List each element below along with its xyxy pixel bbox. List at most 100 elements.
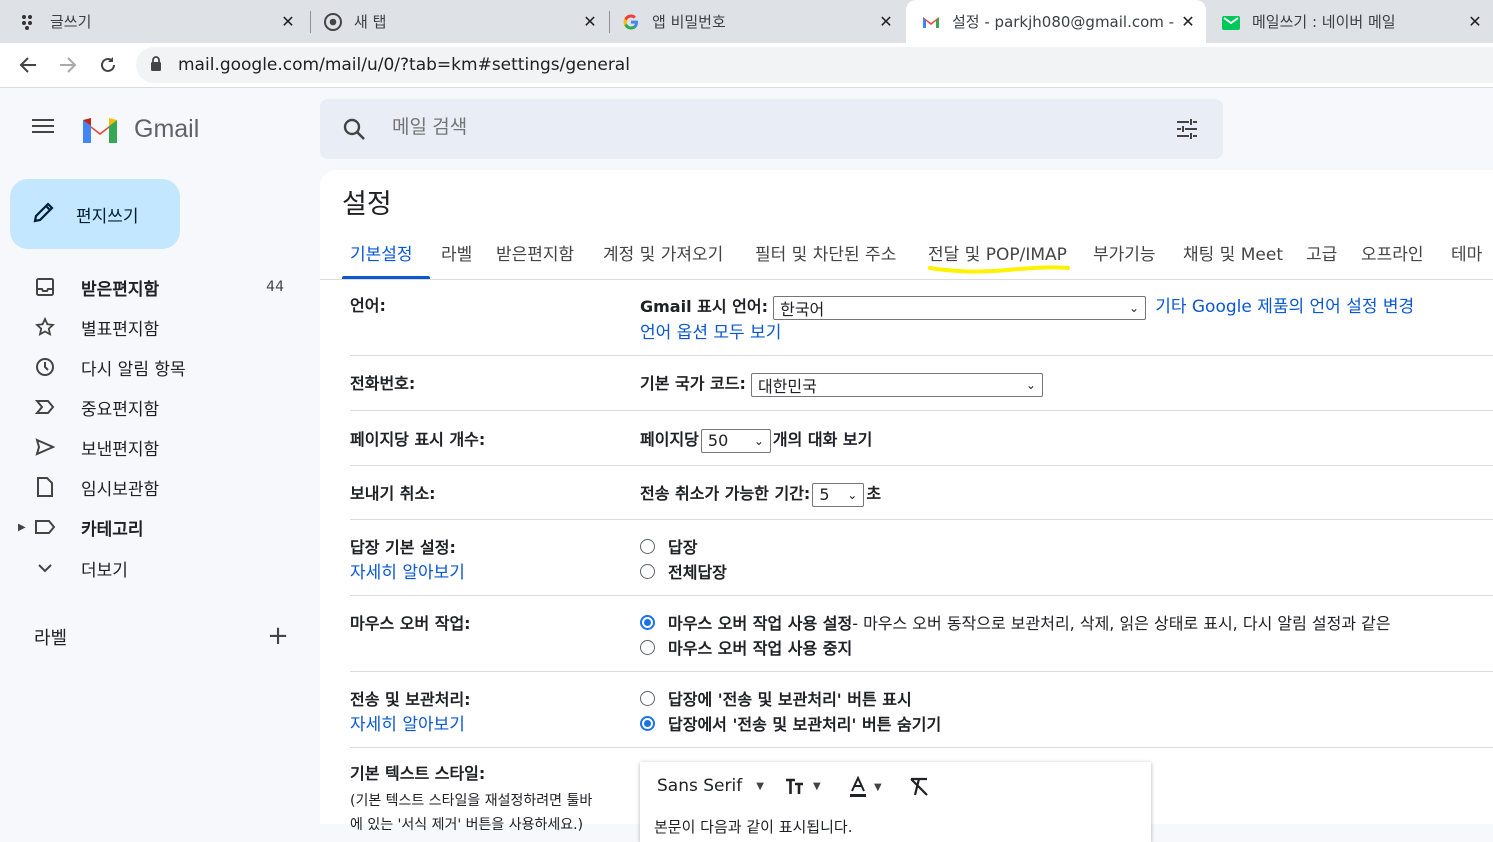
text-style-help: (기본 텍스트 스타일을 재설정하려면 툴바 (350, 793, 593, 809)
all-language-options-link[interactable]: 언어 옵션 모두 보기 (640, 318, 781, 343)
radio-button[interactable] (640, 690, 655, 706)
url-text: mail.google.com/mail/u/0/?tab=km#setting… (178, 55, 630, 75)
search-options-icon[interactable] (1175, 117, 1199, 145)
radio-label: 전체답장 (668, 563, 727, 582)
text-color-button[interactable]: ▼ (848, 776, 882, 798)
text-style-editor: Sans Serif ▼ ▼ ▼ 본문이 다음과 같이 표시됩니다. (640, 762, 1151, 842)
chevron-down-icon (34, 557, 56, 579)
chevron-down-icon: ⌄ (1025, 377, 1036, 392)
font-size-button[interactable]: ▼ (785, 776, 821, 796)
gmail-logo[interactable]: Gmail (80, 114, 199, 144)
expand-arrow-icon[interactable]: ▶ (18, 522, 26, 533)
field-suffix: 개의 대화 보기 (772, 430, 873, 449)
google-g-icon (622, 13, 640, 31)
browser-tab-app-password[interactable]: 앱 비밀번호 ✕ (622, 0, 904, 43)
phone-field: 기본 국가 코드: 대한민국 ⌄ (640, 370, 1043, 397)
sidebar-item-label: 별표편지함 (81, 319, 160, 340)
radio-hide-send-archive[interactable]: 답장에서 '전송 및 보관처리' 버튼 숨기기 (640, 711, 941, 735)
sidebar-item-sent[interactable]: 보낸편지함 (0, 429, 310, 465)
sidebar-item-important[interactable]: 중요편지함 (0, 389, 310, 425)
url-input[interactable]: mail.google.com/mail/u/0/?tab=km#setting… (136, 47, 1493, 83)
tab-offline[interactable]: 오프라인 (1361, 240, 1424, 265)
page-title: 설정 (342, 189, 392, 220)
browser-tab-gmail-settings[interactable]: 설정 - parkjh080@gmail.com - G ✕ (906, 0, 1206, 43)
browser-tab-naver-mail[interactable]: 메일쓰기 : 네이버 메일 ✕ (1222, 0, 1493, 43)
radio-reply-all[interactable]: 전체답장 (640, 559, 727, 583)
gmail-wordmark: Gmail (134, 114, 200, 143)
radio-button[interactable] (640, 563, 655, 579)
radio-hover-disable[interactable]: 마우스 오버 작업 사용 중지 (640, 635, 852, 659)
radio-button[interactable] (640, 639, 655, 655)
radio-show-send-archive[interactable]: 답장에 '전송 및 보관처리' 버튼 표시 (640, 686, 912, 710)
setting-label: 전송 및 보관처리: (350, 690, 471, 709)
radio-button[interactable] (640, 538, 655, 554)
close-icon[interactable]: ✕ (1178, 12, 1198, 32)
radio-hover-enable[interactable]: 마우스 오버 작업 사용 설정 - 마우스 오버 동작으로 보관처리, 삭제, … (640, 610, 1391, 634)
field-label: 기본 국가 코드: (640, 374, 746, 393)
menu-icon[interactable] (30, 116, 60, 142)
tab-labels[interactable]: 라벨 (441, 240, 472, 265)
back-arrow-icon[interactable] (14, 51, 42, 79)
sidebar-item-drafts[interactable]: 임시보관함 (0, 469, 310, 505)
forward-arrow-icon[interactable] (54, 51, 82, 79)
search-icon[interactable] (342, 117, 366, 145)
sidebar-item-inbox[interactable]: 받은편지함 44 (0, 269, 310, 305)
learn-more-link[interactable]: 자세히 알아보기 (350, 710, 465, 735)
other-language-link[interactable]: 기타 Google 제품의 언어 설정 변경 (1155, 297, 1414, 317)
compose-button[interactable]: 편지쓰기 (10, 179, 180, 249)
sidebar-item-more[interactable]: 더보기 (0, 550, 310, 586)
radio-reply[interactable]: 답장 (640, 534, 697, 558)
setting-row-undo-send: 보내기 취소: 전송 취소가 가능한 기간: 5 ⌄ 초 (350, 466, 1493, 520)
setting-row-reply: 답장 기본 설정: 자세히 알아보기 답장 전체답장 (350, 520, 1493, 596)
language-select[interactable]: 한국어 ⌄ (773, 295, 1147, 320)
close-icon[interactable]: ✕ (1465, 12, 1485, 32)
sidebar-item-label: 보낸편지함 (81, 439, 160, 460)
tab-general[interactable]: 기본설정 (350, 240, 413, 265)
radio-label: 답장 (668, 538, 698, 557)
text-size-icon (786, 778, 803, 794)
tab-forwarding[interactable]: 전달 및 POP/IMAP (928, 240, 1067, 265)
browser-tab-writing[interactable]: 글쓰기 ✕ (20, 0, 306, 43)
chevron-down-icon: ⌄ (847, 487, 858, 502)
tab-addons[interactable]: 부가기능 (1093, 240, 1156, 265)
unread-count: 44 (266, 279, 284, 295)
browser-tab-new[interactable]: 새 탭 ✕ (324, 0, 608, 43)
tab-advanced[interactable]: 고급 (1306, 240, 1337, 265)
tab-filters[interactable]: 필터 및 차단된 주소 (755, 240, 896, 265)
learn-more-link[interactable]: 자세히 알아보기 (350, 558, 465, 583)
sidebar-item-snoozed[interactable]: 다시 알림 항목 (0, 349, 310, 385)
radio-button[interactable] (640, 614, 655, 630)
settings-tabs: 기본설정 라벨 받은편지함 계정 및 가져오기 필터 및 차단된 주소 전달 및… (320, 236, 1493, 280)
radio-description: - 마우스 오버 동작으로 보관처리, 삭제, 읽은 상태로 표시, 다시 알림… (852, 614, 1391, 633)
settings-panel: 설정 기본설정 라벨 받은편지함 계정 및 가져오기 필터 및 차단된 주소 전… (320, 170, 1493, 842)
remove-formatting-button[interactable] (908, 776, 930, 798)
setting-label: 마우스 오버 작업: (350, 614, 471, 633)
caret-down-icon: ▼ (756, 780, 764, 792)
reload-icon[interactable] (94, 51, 122, 79)
label-icon (34, 516, 56, 538)
setting-row-hover-actions: 마우스 오버 작업: 마우스 오버 작업 사용 설정 - 마우스 오버 동작으로… (350, 596, 1493, 672)
tab-chat-meet[interactable]: 채팅 및 Meet (1183, 240, 1283, 265)
sidebar-item-starred[interactable]: 별표편지함 (0, 309, 310, 345)
close-icon[interactable]: ✕ (876, 12, 896, 32)
naver-mail-icon (1222, 13, 1240, 31)
radio-button[interactable] (640, 715, 655, 731)
gmail-icon (922, 13, 940, 31)
tab-themes[interactable]: 테마 (1451, 240, 1482, 265)
search-input[interactable] (392, 117, 1092, 139)
close-icon[interactable]: ✕ (278, 12, 298, 32)
page-size-select[interactable]: 50 ⌄ (700, 428, 771, 453)
font-select[interactable]: Sans Serif ▼ (657, 776, 764, 796)
country-code-select[interactable]: 대한민국 ⌄ (750, 372, 1043, 397)
yellow-highlight-mark (928, 265, 1070, 274)
lock-icon[interactable] (150, 55, 164, 75)
add-label-plus-icon[interactable]: + (265, 621, 291, 651)
chevron-down-icon: ⌄ (753, 433, 764, 448)
close-icon[interactable]: ✕ (580, 12, 600, 32)
address-bar: mail.google.com/mail/u/0/?tab=km#setting… (0, 43, 1493, 88)
tab-accounts[interactable]: 계정 및 가져오기 (603, 240, 723, 265)
select-value: 5 (819, 485, 830, 504)
tab-inbox[interactable]: 받은편지함 (496, 240, 574, 265)
undo-send-select[interactable]: 5 ⌄ (812, 482, 865, 507)
sidebar-item-categories[interactable]: ▶ 카테고리 (0, 509, 310, 545)
